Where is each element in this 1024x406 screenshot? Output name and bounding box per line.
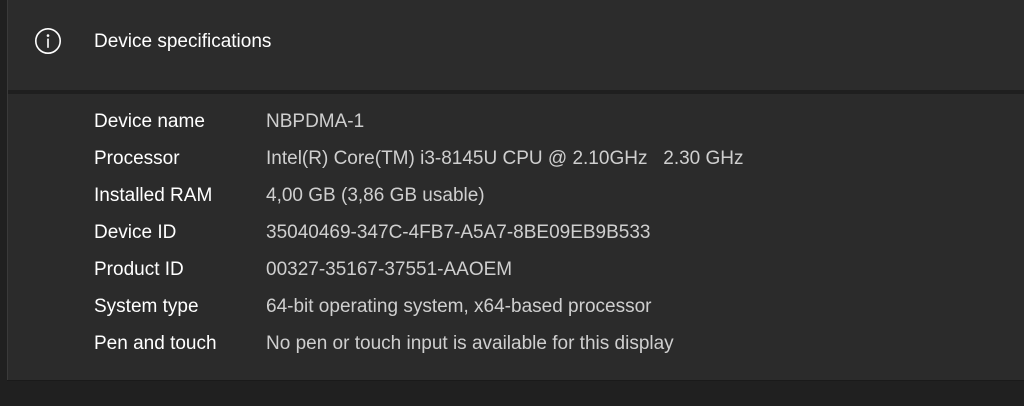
spec-value: 00327-35167-37551-AAOEM (266, 259, 513, 280)
spec-label: Device ID (94, 222, 177, 243)
header-divider (8, 91, 1024, 94)
spec-row-pen-and-touch: Pen and touch No pen or touch input is a… (94, 326, 994, 363)
spec-list: Device name NBPDMA-1 Processor Intel(R) … (94, 104, 994, 363)
spec-row-installed-ram: Installed RAM 4,00 GB (3,86 GB usable) (94, 178, 994, 215)
device-specifications-card: Device specifications Device name NBPDMA… (7, 0, 1024, 380)
spec-row-processor: Processor Intel(R) Core(TM) i3-8145U CPU… (94, 141, 994, 178)
spec-label: Installed RAM (94, 185, 213, 206)
spec-value: 4,00 GB (3,86 GB usable) (266, 185, 485, 206)
spec-value: 64-bit operating system, x64-based proce… (266, 296, 652, 317)
spec-row-device-name: Device name NBPDMA-1 (94, 104, 994, 141)
spec-value: 35040469-347C-4FB7-A5A7-8BE09EB9B533 (266, 222, 651, 243)
spec-row-system-type: System type 64-bit operating system, x64… (94, 289, 994, 326)
section-title: Device specifications (94, 31, 272, 52)
spec-row-product-id: Product ID 00327-35167-37551-AAOEM (94, 252, 994, 289)
info-icon (35, 28, 61, 54)
spec-label: Processor (94, 148, 180, 169)
device-specifications-header[interactable]: Device specifications (8, 0, 1024, 91)
spec-value: NBPDMA-1 (266, 111, 365, 132)
spec-label: System type (94, 296, 199, 317)
spec-label: Device name (94, 111, 205, 132)
settings-page: Device specifications Device name NBPDMA… (0, 0, 1024, 406)
spec-value: No pen or touch input is available for t… (266, 333, 674, 354)
spec-row-device-id: Device ID 35040469-347C-4FB7-A5A7-8BE09E… (94, 215, 994, 252)
card-bottom-border (7, 380, 1024, 381)
spec-label: Product ID (94, 259, 184, 280)
spec-label: Pen and touch (94, 333, 217, 354)
spec-value: Intel(R) Core(TM) i3-8145U CPU @ 2.10GHz… (266, 148, 744, 169)
